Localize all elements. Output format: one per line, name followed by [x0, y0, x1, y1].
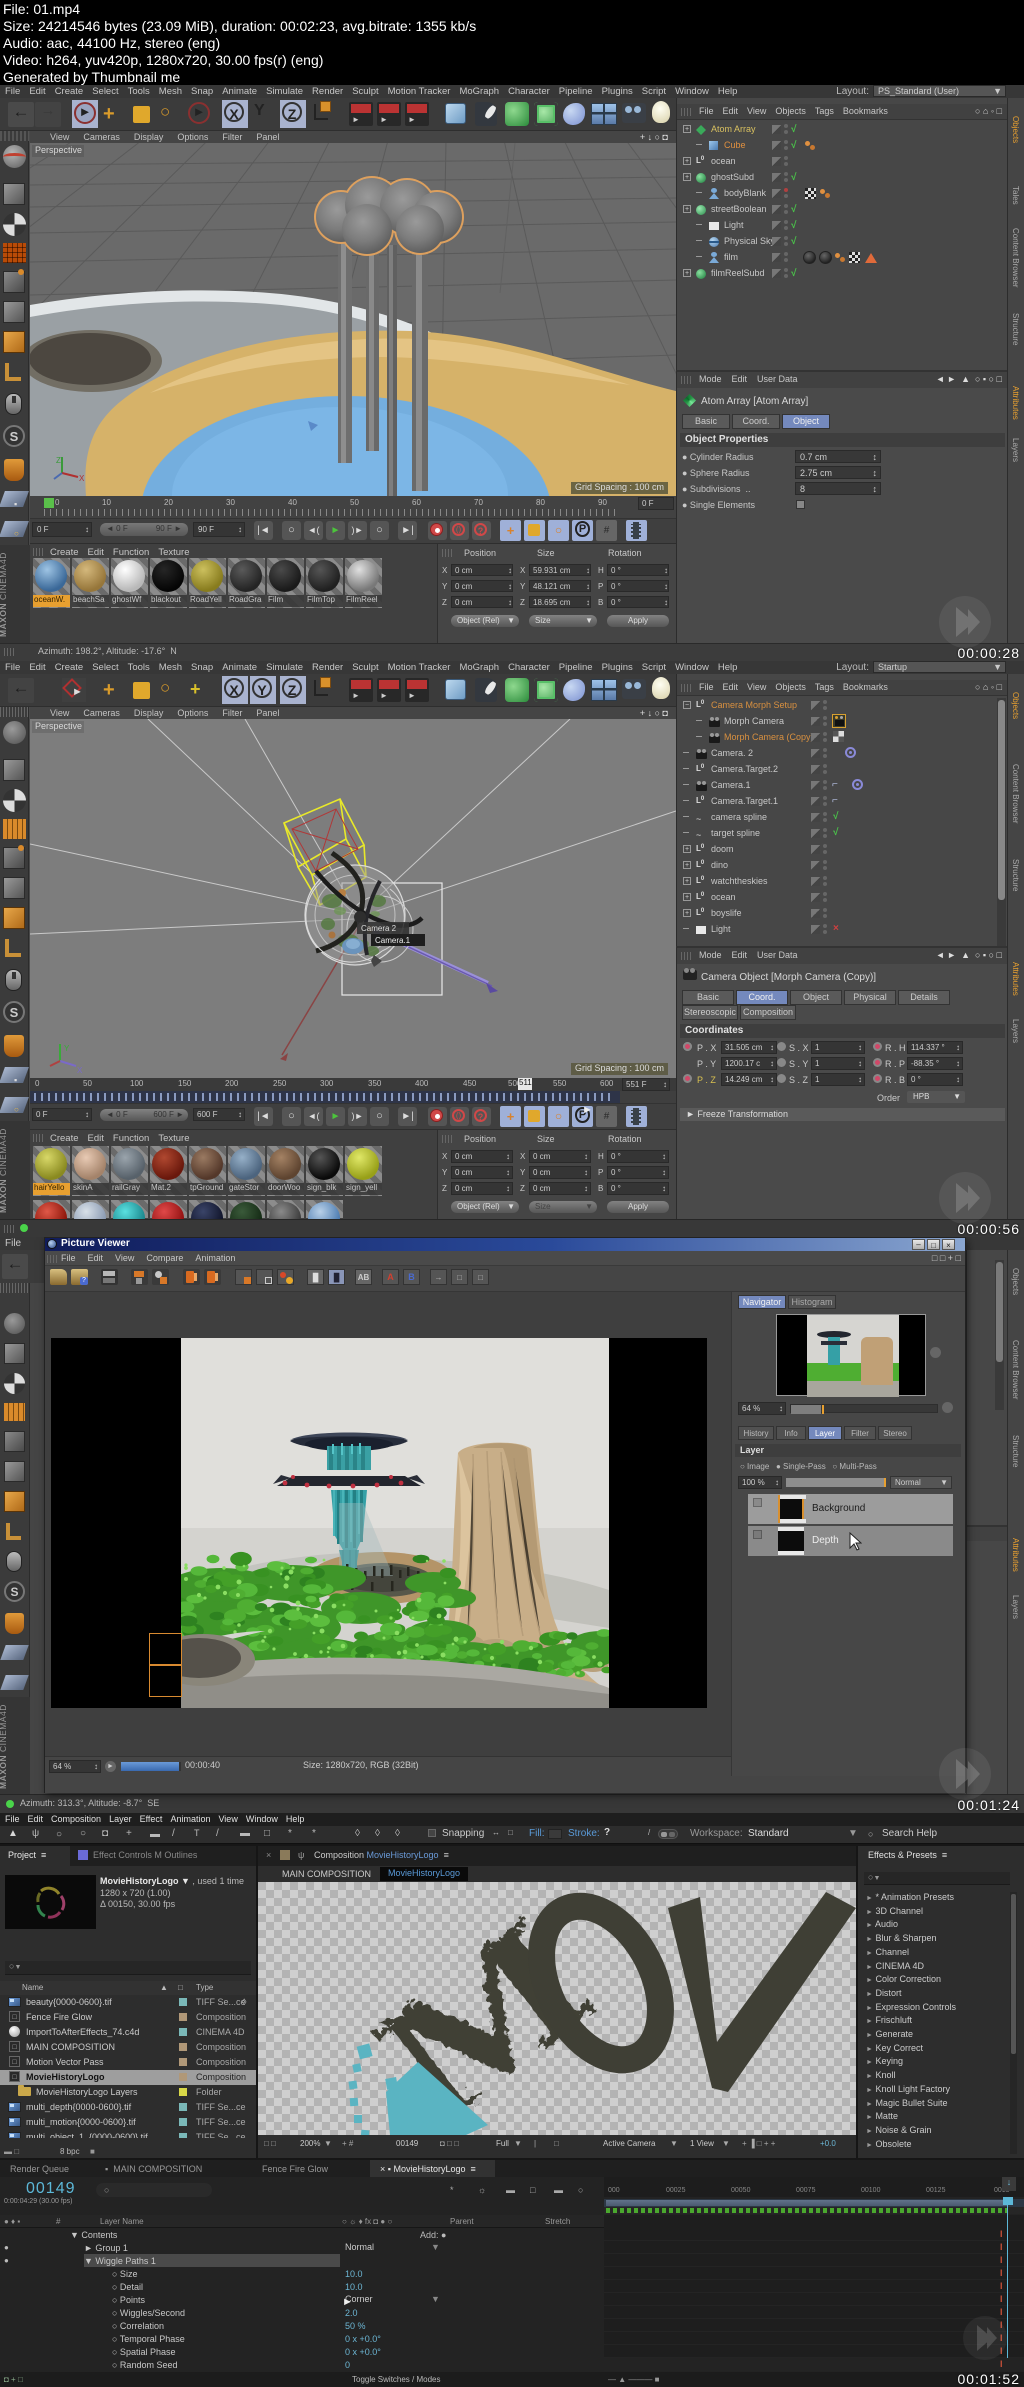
svg-text:M: M: [343, 1882, 621, 2135]
svg-text:Camera.1: Camera.1: [375, 936, 411, 945]
svg-text:Camera 2: Camera 2: [361, 924, 397, 933]
svg-text:Y: Y: [64, 1044, 70, 1053]
svg-text:X: X: [77, 1066, 83, 1075]
svg-text:Z: Z: [56, 456, 61, 465]
svg-text:X: X: [79, 474, 85, 483]
